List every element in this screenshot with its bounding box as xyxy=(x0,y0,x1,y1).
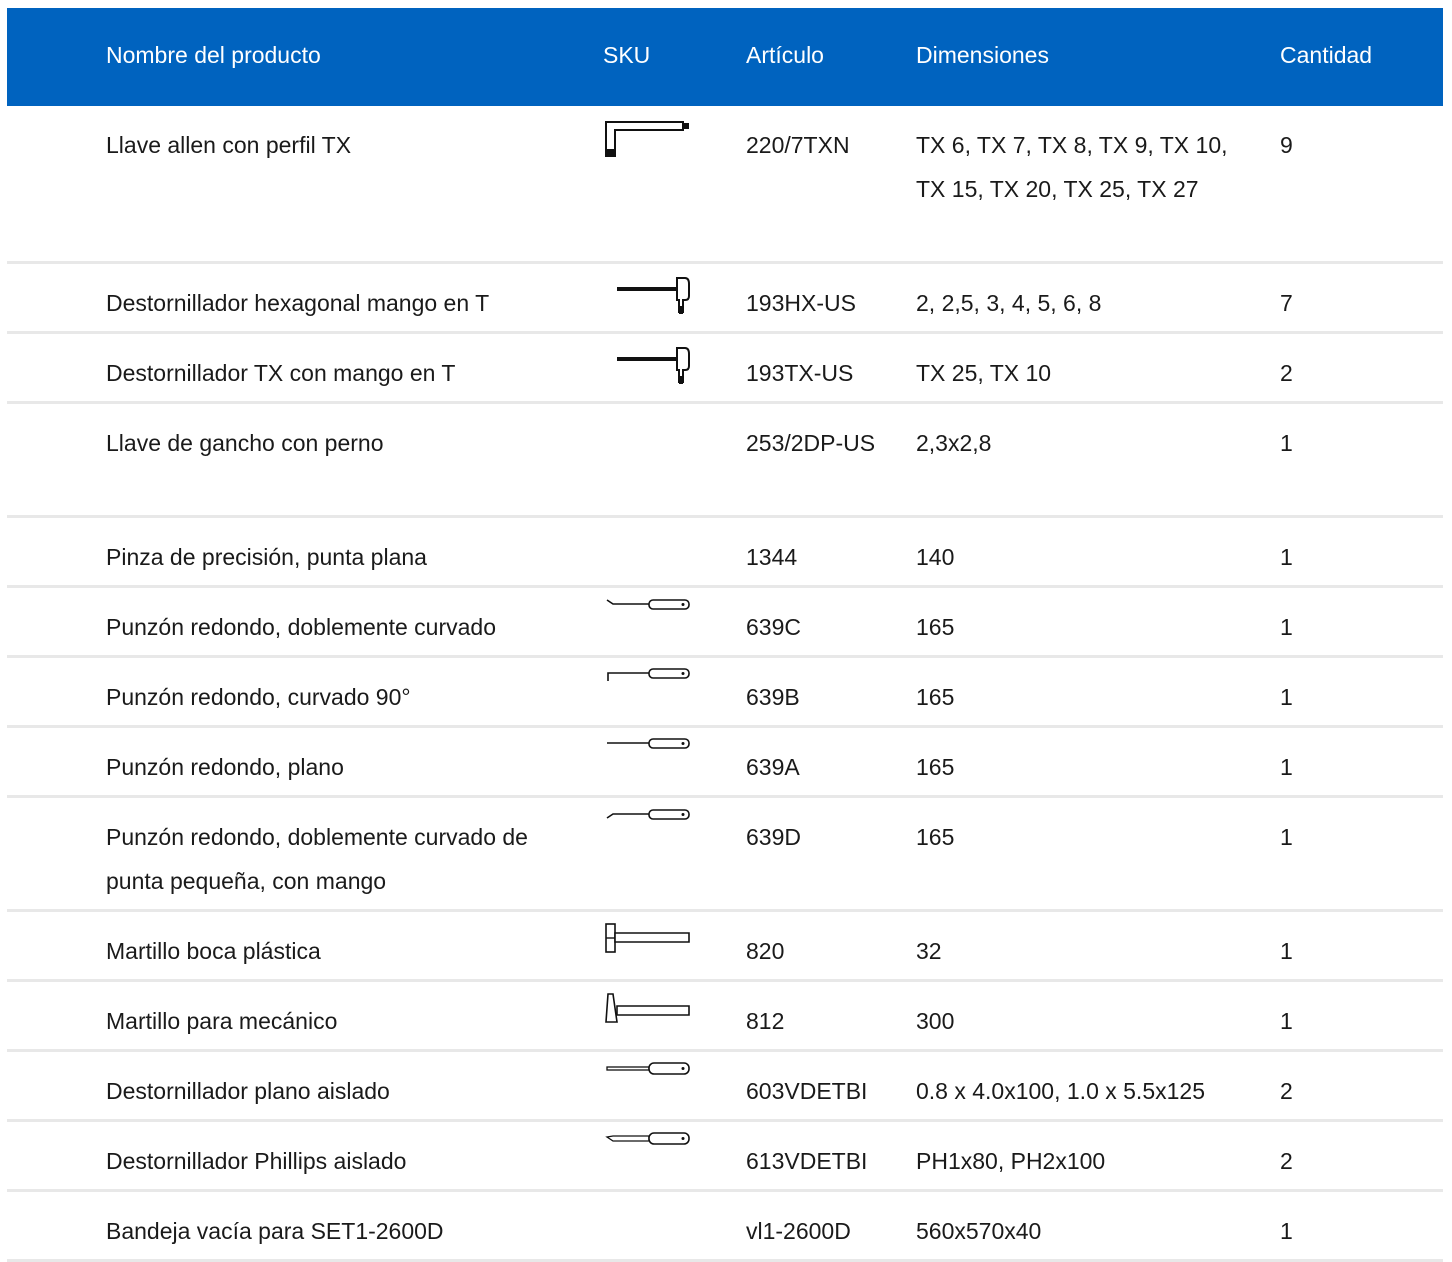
article-number: 639A xyxy=(746,754,800,780)
quantity-value: 1 xyxy=(1280,1008,1293,1034)
article-number: 193TX-US xyxy=(746,360,854,386)
article-number: 820 xyxy=(746,938,785,964)
product-name: Destornillador TX con mango en T xyxy=(106,360,456,386)
article-number: 220/7TXN xyxy=(746,132,850,158)
column-header-quantity: Cantidad xyxy=(1280,42,1373,68)
quantity-value: 2 xyxy=(1280,1078,1293,1104)
dimensions-value: 300 xyxy=(916,1008,955,1034)
dimensions-value: 140 xyxy=(916,544,955,570)
table-row: Llave allen con perfil TX 220/7TXN TX 6, T… xyxy=(7,106,1443,264)
quantity-value: 1 xyxy=(1280,824,1293,850)
article-number: 253/2DP-US xyxy=(746,430,876,456)
quantity-value: 2 xyxy=(1280,1148,1293,1174)
product-name: Martillo boca plástica xyxy=(106,938,321,964)
dimensions-value: 0.8 x 4.0x100, 1.0 x 5.5x125 xyxy=(916,1078,1205,1104)
table-row: Martillo para mecánico 812 300 1 xyxy=(7,982,1443,1052)
plastic-mallet-icon xyxy=(603,922,693,966)
product-name: Destornillador plano aislado xyxy=(106,1078,390,1104)
bent-90-pick-icon xyxy=(603,668,693,712)
table-row: Martillo boca plástica 820 32 1 xyxy=(7,912,1443,982)
quantity-value: 2 xyxy=(1280,360,1293,386)
article-number: 603VDETBI xyxy=(746,1078,868,1104)
quantity-value: 1 xyxy=(1280,430,1293,456)
table-row: Punzón redondo, doblemente curvado de pu… xyxy=(7,798,1443,912)
article-number: 613VDETBI xyxy=(746,1148,868,1174)
product-name: Destornillador Phillips aislado xyxy=(106,1148,407,1174)
dimensions-value: 32 xyxy=(916,938,942,964)
product-name: Martillo para mecánico xyxy=(106,1008,338,1034)
table-body: Llave allen con perfil TX 220/7TXN TX 6, T… xyxy=(7,106,1443,1262)
quantity-value: 9 xyxy=(1280,132,1293,158)
flat-screwdriver-icon xyxy=(603,1062,693,1106)
article-number: 639B xyxy=(746,684,800,710)
quantity-value: 1 xyxy=(1280,544,1293,570)
table-row: Destornillador hexagonal mango en T 193HX… xyxy=(7,264,1443,334)
t-handle-screwdriver-icon xyxy=(603,344,693,388)
article-number: 639C xyxy=(746,614,801,640)
table-row: Punzón redondo, plano 639A 165 1 xyxy=(7,728,1443,798)
product-table: Nombre del producto SKU Artículo Dimensi… xyxy=(7,8,1443,1262)
dimensions-value: 2, 2,5, 3, 4, 5, 6, 8 xyxy=(916,290,1102,316)
quantity-value: 1 xyxy=(1280,1218,1293,1244)
dimensions-value: 165 xyxy=(916,824,955,850)
product-name: Punzón redondo, curvado 90° xyxy=(106,684,411,710)
dimensions-value: TX 6, TX 7, TX 8, TX 9, TX 10, TX 15, TX… xyxy=(916,132,1228,202)
table-row: Destornillador plano aislado 603VDETBI 0.8… xyxy=(7,1052,1443,1122)
small-bent-pick-icon xyxy=(603,808,693,852)
machinist-hammer-icon xyxy=(603,992,693,1036)
product-name: Bandeja vacía para SET1-2600D xyxy=(106,1218,444,1244)
dimensions-value: PH1x80, PH2x100 xyxy=(916,1148,1106,1174)
article-number: 639D xyxy=(746,824,801,850)
table-row: Bandeja vacía para SET1-2600D vl1-2600D 56… xyxy=(7,1192,1443,1262)
column-header-article: Artículo xyxy=(746,42,824,68)
straight-pick-icon xyxy=(603,738,693,782)
column-header-name: Nombre del producto xyxy=(106,42,321,68)
dimensions-value: 165 xyxy=(916,754,955,780)
quantity-value: 7 xyxy=(1280,290,1293,316)
l-key-icon xyxy=(603,116,693,160)
dimensions-value: TX 25, TX 10 xyxy=(916,360,1052,386)
table-row: Punzón redondo, curvado 90° 639B 165 1 xyxy=(7,658,1443,728)
article-number: vl1-2600D xyxy=(746,1218,851,1244)
column-header-dimensions: Dimensiones xyxy=(916,42,1049,68)
double-bent-pick-icon xyxy=(603,598,693,642)
table-header: Nombre del producto SKU Artículo Dimensi… xyxy=(7,8,1443,106)
table-row: Pinza de precisión, punta plana 1344 140 1 xyxy=(7,518,1443,588)
product-name: Llave allen con perfil TX xyxy=(106,132,352,158)
article-number: 812 xyxy=(746,1008,785,1034)
quantity-value: 1 xyxy=(1280,938,1293,964)
table-row: Destornillador TX con mango en T 193TX-US… xyxy=(7,334,1443,404)
quantity-value: 1 xyxy=(1280,684,1293,710)
product-name: Punzón redondo, doblemente curvado xyxy=(106,614,497,640)
dimensions-value: 560x570x40 xyxy=(916,1218,1042,1244)
product-name: Pinza de precisión, punta plana xyxy=(106,544,427,570)
table-row: Llave de gancho con perno 253/2DP-US 2,3x2… xyxy=(7,404,1443,518)
product-name: Destornillador hexagonal mango en T xyxy=(106,290,490,316)
dimensions-value: 2,3x2,8 xyxy=(916,430,992,456)
quantity-value: 1 xyxy=(1280,754,1293,780)
product-name: Llave de gancho con perno xyxy=(106,430,384,456)
product-name: Punzón redondo, doblemente curvado de pu… xyxy=(106,824,528,894)
phillips-screwdriver-icon xyxy=(603,1132,693,1176)
column-header-sku: SKU xyxy=(603,42,651,68)
table-row: Punzón redondo, doblemente curvado 639C 16… xyxy=(7,588,1443,658)
article-number: 193HX-US xyxy=(746,290,856,316)
table-row: Destornillador Phillips aislado 613VDETBI… xyxy=(7,1122,1443,1192)
t-handle-screwdriver-icon xyxy=(603,274,693,318)
dimensions-value: 165 xyxy=(916,684,955,710)
product-name: Punzón redondo, plano xyxy=(106,754,344,780)
dimensions-value: 165 xyxy=(916,614,955,640)
article-number: 1344 xyxy=(746,544,798,570)
quantity-value: 1 xyxy=(1280,614,1293,640)
